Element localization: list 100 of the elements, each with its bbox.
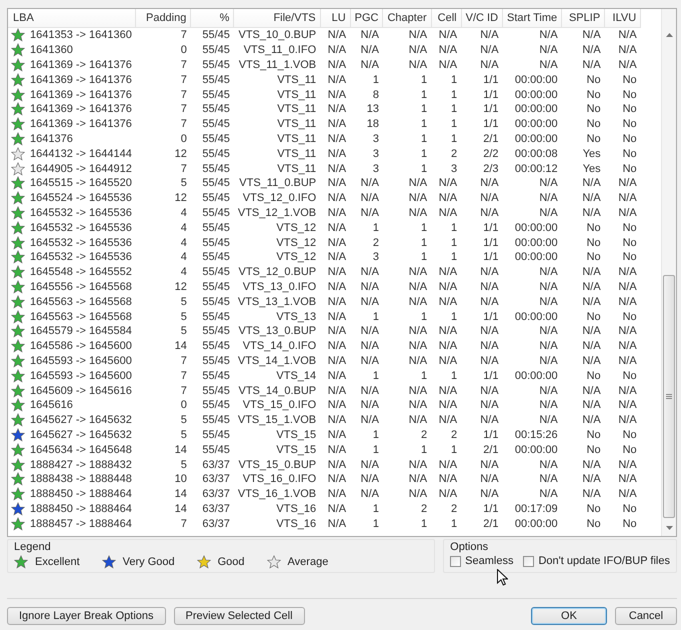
table-cell-text: N/A xyxy=(438,191,458,206)
table-cell-text: N/A xyxy=(581,280,602,294)
table-cell-text: N/A xyxy=(538,354,559,368)
table-cell: 1645532 -> 1645536 xyxy=(30,236,132,249)
table-cell-text: N/A xyxy=(326,413,348,428)
table-cell-text: N/A xyxy=(438,324,458,339)
table-cell-text: VTS_13_0.IFO xyxy=(242,280,318,294)
table-cell-text: N/A xyxy=(538,472,559,487)
table-cell-text: 00:00:12 xyxy=(514,162,559,176)
table-cell-text: 7 xyxy=(180,88,188,102)
table-cell-text: N/A xyxy=(581,472,602,487)
legend-label: Average xyxy=(288,556,328,568)
table-cell: N/A xyxy=(562,28,605,43)
checkbox-label[interactable]: Seamless xyxy=(465,555,514,567)
table-cell-text: N/A xyxy=(479,472,500,487)
table-cell-text: N/A xyxy=(617,191,638,206)
table-cell-text: VTS_15_0.IFO xyxy=(242,398,318,413)
table-cell: N/A xyxy=(320,28,350,43)
column-header[interactable]: Padding xyxy=(136,9,191,28)
table-cell-text: N/A xyxy=(438,384,458,398)
legend-label: Good xyxy=(218,556,245,568)
table-cell-text: N/A xyxy=(360,339,380,354)
table-cell-text: 2/1 xyxy=(482,442,500,458)
column-header[interactable]: Start Time xyxy=(502,9,562,28)
table-cell-text: N/A xyxy=(538,413,559,428)
table-cell-text: VTS_14_0.BUP xyxy=(237,384,318,398)
table-cell-text: 1/1 xyxy=(482,117,500,132)
cancel-button[interactable]: Cancel xyxy=(615,607,677,625)
checkbox-label[interactable]: Don't update IFO/BUP files xyxy=(538,555,670,567)
column-header[interactable]: File/VTS xyxy=(234,9,320,28)
table-cell-text: VTS_11 xyxy=(276,72,318,88)
column-header[interactable]: % xyxy=(190,9,234,28)
table-cell-text: VTS_11_0.IFO xyxy=(242,43,318,58)
table-cell-text: No xyxy=(586,502,602,516)
table-cell-text: N/A xyxy=(360,206,380,220)
column-header[interactable]: LU xyxy=(320,9,350,28)
table-cell-text: N/A xyxy=(408,294,428,310)
table-cell-text: N/A xyxy=(581,413,602,428)
table-cell-text: N/A xyxy=(617,58,638,72)
table-cell-text: N/A xyxy=(326,117,348,132)
table-cell-text: N/A xyxy=(581,294,602,310)
table-cell-text: 55/45 xyxy=(201,442,231,458)
table-cell-text: 5 xyxy=(180,458,188,472)
table-cell-text: N/A xyxy=(326,339,348,354)
table-cell: 1641353 -> 1641360 xyxy=(30,29,132,42)
table-cell-text: 1 xyxy=(450,368,458,384)
table-cell-text: N/A xyxy=(360,43,380,58)
table-cell: 1641369 -> 1641376 xyxy=(30,118,132,130)
table-cell-text: N/A xyxy=(408,339,428,354)
table-cell-text: 55/45 xyxy=(201,146,231,162)
table-cell: N/A xyxy=(350,28,383,43)
table-cell: 1645579 -> 1645584 xyxy=(30,325,132,338)
table-cell-text: N/A xyxy=(326,206,348,220)
table-cell-text: 1 xyxy=(420,88,428,102)
table-cell-text: VTS_11_1.VOB xyxy=(238,58,318,72)
table-cell: 1645627 -> 1645632 xyxy=(30,414,132,426)
table-cell-text: 2/2 xyxy=(482,146,500,162)
table-cell-text: VTS_12 xyxy=(275,236,318,250)
table-cell-text: VTS_14_0.IFO xyxy=(242,339,318,354)
column-header[interactable]: SPLIP xyxy=(562,9,605,28)
column-header[interactable]: LBA xyxy=(8,9,136,28)
table-cell: N/A xyxy=(502,28,562,43)
table-cell-text: 55/45 xyxy=(201,413,231,428)
table-cell-text: 1 xyxy=(372,310,380,324)
table-cell-text: VTS_12_1.VOB xyxy=(236,206,318,220)
table-cell-text: 55/45 xyxy=(201,102,231,117)
table-cell-text: N/A xyxy=(617,206,638,220)
table-cell-text: N/A xyxy=(479,384,500,398)
table-cell-text: 18 xyxy=(366,117,380,132)
column-header[interactable]: Chapter xyxy=(382,9,432,28)
column-header[interactable]: ILVU xyxy=(604,9,641,28)
action-button[interactable]: Preview Selected Cell xyxy=(174,607,305,625)
table-cell-text: VTS_11 xyxy=(276,132,318,146)
ok-button[interactable]: OK xyxy=(531,607,607,625)
table-cell-text: 55/45 xyxy=(201,280,231,294)
table-cell-text: 7 xyxy=(180,354,188,368)
table-cell-text: N/A xyxy=(479,487,500,502)
table-cell-text: N/A xyxy=(360,384,380,398)
table-cell-text: 2 xyxy=(420,502,428,516)
table-cell-text: N/A xyxy=(360,294,380,310)
table-cell-text: N/A xyxy=(326,236,348,250)
table-cell-text: N/A xyxy=(581,458,602,472)
legend-label: Very Good xyxy=(122,556,175,568)
table-cell-text: 1 xyxy=(450,72,458,88)
action-button[interactable]: Ignore Layer Break Options xyxy=(7,607,166,625)
table-cell-text: VTS_12 xyxy=(275,220,318,236)
table-cell-text: N/A xyxy=(538,324,559,339)
table-cell: 1888457 -> 1888464 xyxy=(30,518,132,530)
table-cell: 7 xyxy=(136,28,191,43)
table-cell-text: 55/45 xyxy=(201,250,231,265)
table-cell-text: 55/45 xyxy=(201,428,231,442)
table-cell-text: N/A xyxy=(581,206,602,220)
table-cell-text: 1 xyxy=(450,236,458,250)
column-header[interactable]: Cell xyxy=(431,9,462,28)
column-header[interactable]: V/C ID xyxy=(461,9,503,28)
table-cell-text: N/A xyxy=(360,191,380,206)
column-header[interactable]: PGC xyxy=(350,9,383,28)
table-cell-text: N/A xyxy=(408,324,428,339)
table-cell-text: VTS_13 xyxy=(275,310,318,324)
table-cell-text: N/A xyxy=(581,265,602,280)
